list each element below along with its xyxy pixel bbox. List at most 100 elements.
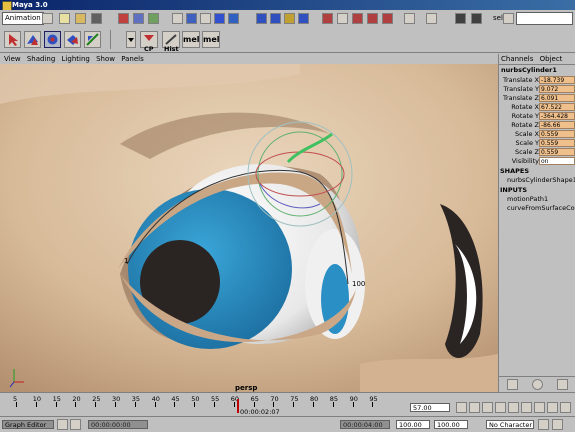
open-scene-icon[interactable] bbox=[75, 13, 86, 24]
camera-label: persp bbox=[235, 384, 258, 392]
snap-curve-icon[interactable] bbox=[186, 13, 197, 24]
mel-shelf-button-2[interactable]: mel bbox=[202, 31, 220, 48]
save-scene-icon[interactable] bbox=[91, 13, 102, 24]
step-forward-frame-icon[interactable] bbox=[521, 402, 532, 413]
graph-editor-icon[interactable] bbox=[426, 13, 437, 24]
move-tool-icon[interactable] bbox=[44, 31, 61, 48]
construction-history-icon[interactable] bbox=[298, 13, 309, 24]
scale-tool-icon[interactable] bbox=[84, 31, 101, 48]
input-ops-icon[interactable] bbox=[256, 13, 267, 24]
channel-row[interactable]: Translate Y 9.072 bbox=[499, 85, 575, 94]
channel-box: Channels Object nurbsCylinder1 Translate… bbox=[498, 54, 575, 392]
channel-row[interactable]: Translate Z 6.091 bbox=[499, 94, 575, 103]
end-time-field[interactable]: 00:00:04:00 bbox=[340, 420, 390, 429]
new-scene-icon[interactable] bbox=[59, 13, 70, 24]
rotate-tool-icon[interactable] bbox=[64, 31, 81, 48]
range-end-field[interactable]: 100.00 bbox=[434, 420, 468, 429]
input-item[interactable]: motionPath1 bbox=[507, 195, 548, 204]
time-tick-label: 95 bbox=[369, 395, 378, 403]
snap-point-icon[interactable] bbox=[200, 13, 211, 24]
menu-panels[interactable]: Panels bbox=[121, 54, 144, 64]
go-to-start-icon[interactable] bbox=[456, 402, 467, 413]
channel-row[interactable]: Rotate Y -364.428 bbox=[499, 112, 575, 121]
layer-new-icon[interactable] bbox=[557, 379, 568, 390]
go-to-end-icon[interactable] bbox=[547, 402, 558, 413]
step-back-key-icon[interactable] bbox=[469, 402, 480, 413]
shapes-header: SHAPES bbox=[500, 167, 530, 175]
menu-shading[interactable]: Shading bbox=[27, 54, 55, 64]
time-tick-label: 25 bbox=[92, 395, 101, 403]
layer-options-icon[interactable] bbox=[532, 379, 543, 390]
channel-row[interactable]: Rotate Z -86.66 bbox=[499, 121, 575, 130]
select-component-icon[interactable] bbox=[148, 13, 159, 24]
range-start-field[interactable]: 100.00 bbox=[396, 420, 430, 429]
step-forward-key-icon[interactable] bbox=[534, 402, 545, 413]
start-time-field[interactable]: 00:00:00:00 bbox=[88, 420, 148, 429]
render-icon[interactable] bbox=[322, 13, 333, 24]
channel-box-tabs: Channels Object bbox=[499, 54, 575, 64]
select-tool-icon[interactable] bbox=[4, 31, 21, 48]
select-hierarchy-icon[interactable] bbox=[118, 13, 129, 24]
clapper-icon[interactable] bbox=[455, 13, 466, 24]
time-ruler[interactable]: 5 10 15 20 25 30 35 40 45 50 55 60 65 70 75 80 85 90 95 bbox=[0, 393, 400, 417]
lasso-tool-icon[interactable] bbox=[24, 31, 41, 48]
perspective-viewport[interactable]: 1 100 persp bbox=[0, 64, 498, 392]
preferences-icon[interactable] bbox=[552, 419, 563, 430]
film-icon[interactable] bbox=[471, 13, 482, 24]
close-icon[interactable] bbox=[70, 419, 81, 430]
graph-editor-button[interactable]: Graph Editor bbox=[2, 420, 54, 429]
channel-row[interactable]: Scale Y 0.559 bbox=[499, 139, 575, 148]
menu-show[interactable]: Show bbox=[96, 54, 115, 64]
shape-name[interactable]: nurbsCylinderShape1 bbox=[507, 176, 575, 185]
input-item[interactable]: curveFromSurfaceCo bbox=[507, 204, 575, 213]
keyframe-icon[interactable] bbox=[560, 402, 571, 413]
toolbar-divider bbox=[110, 30, 111, 49]
sel-input[interactable] bbox=[516, 12, 573, 25]
ipr-render-icon[interactable] bbox=[337, 13, 348, 24]
path-start-label: 1 bbox=[124, 257, 129, 265]
layer-icon[interactable] bbox=[507, 379, 518, 390]
channel-row[interactable]: Rotate X 67.522 bbox=[499, 103, 575, 112]
channel-box-footer-divider bbox=[499, 376, 575, 377]
sel-dropdown-arrow-icon[interactable] bbox=[503, 13, 514, 24]
channel-row[interactable]: Scale X 0.559 bbox=[499, 130, 575, 139]
tab-channels[interactable]: Channels bbox=[501, 55, 533, 63]
dropdown-arrow-icon[interactable] bbox=[42, 13, 53, 24]
snap-view-icon[interactable] bbox=[214, 13, 225, 24]
hypergraph-icon[interactable] bbox=[382, 13, 393, 24]
shelf-menu-arrow-icon[interactable] bbox=[126, 31, 136, 48]
outliner-icon[interactable] bbox=[404, 13, 415, 24]
menu-lighting[interactable]: Lighting bbox=[62, 54, 90, 64]
snap-grid-icon[interactable] bbox=[172, 13, 183, 24]
channel-row[interactable]: Visibility on bbox=[499, 157, 575, 166]
channel-row[interactable]: Scale Z 0.559 bbox=[499, 148, 575, 157]
menu-view[interactable]: View bbox=[4, 54, 21, 64]
time-tick-label: 65 bbox=[250, 395, 259, 403]
playback-controls bbox=[456, 402, 574, 413]
render-globals-icon[interactable] bbox=[352, 13, 363, 24]
menu-set-dropdown[interactable]: Animation bbox=[2, 12, 44, 25]
hypershade-icon[interactable] bbox=[367, 13, 378, 24]
step-back-frame-icon[interactable] bbox=[482, 402, 493, 413]
node-name[interactable]: nurbsCylinder1 bbox=[501, 66, 557, 74]
mel-shelf-button-1[interactable]: mel bbox=[182, 31, 200, 48]
play-backward-icon[interactable] bbox=[495, 402, 506, 413]
time-tick-label: 55 bbox=[211, 395, 220, 403]
time-slider[interactable]: 5 10 15 20 25 30 35 40 45 50 55 60 65 70 75 80 85 90 95 00… bbox=[0, 392, 575, 417]
make-live-icon[interactable] bbox=[228, 13, 239, 24]
channel-row[interactable]: Translate X -18.739 bbox=[499, 76, 575, 85]
time-tick-label: 85 bbox=[329, 395, 339, 403]
current-frame-field[interactable]: 57.00 bbox=[410, 403, 450, 412]
play-forward-icon[interactable] bbox=[508, 402, 519, 413]
output-ops-icon[interactable] bbox=[284, 13, 295, 24]
time-tick-label: 15 bbox=[52, 395, 61, 403]
tab-object[interactable]: Object bbox=[540, 55, 563, 63]
key-icon[interactable] bbox=[538, 419, 549, 430]
help-icon[interactable] bbox=[270, 13, 281, 24]
time-tick-label: 10 bbox=[32, 395, 42, 403]
select-object-icon[interactable] bbox=[133, 13, 144, 24]
current-time-marker[interactable] bbox=[237, 399, 239, 413]
minimize-icon[interactable] bbox=[57, 419, 68, 430]
character-field[interactable]: No Character bbox=[486, 420, 534, 429]
inputs-header: INPUTS bbox=[500, 186, 528, 194]
